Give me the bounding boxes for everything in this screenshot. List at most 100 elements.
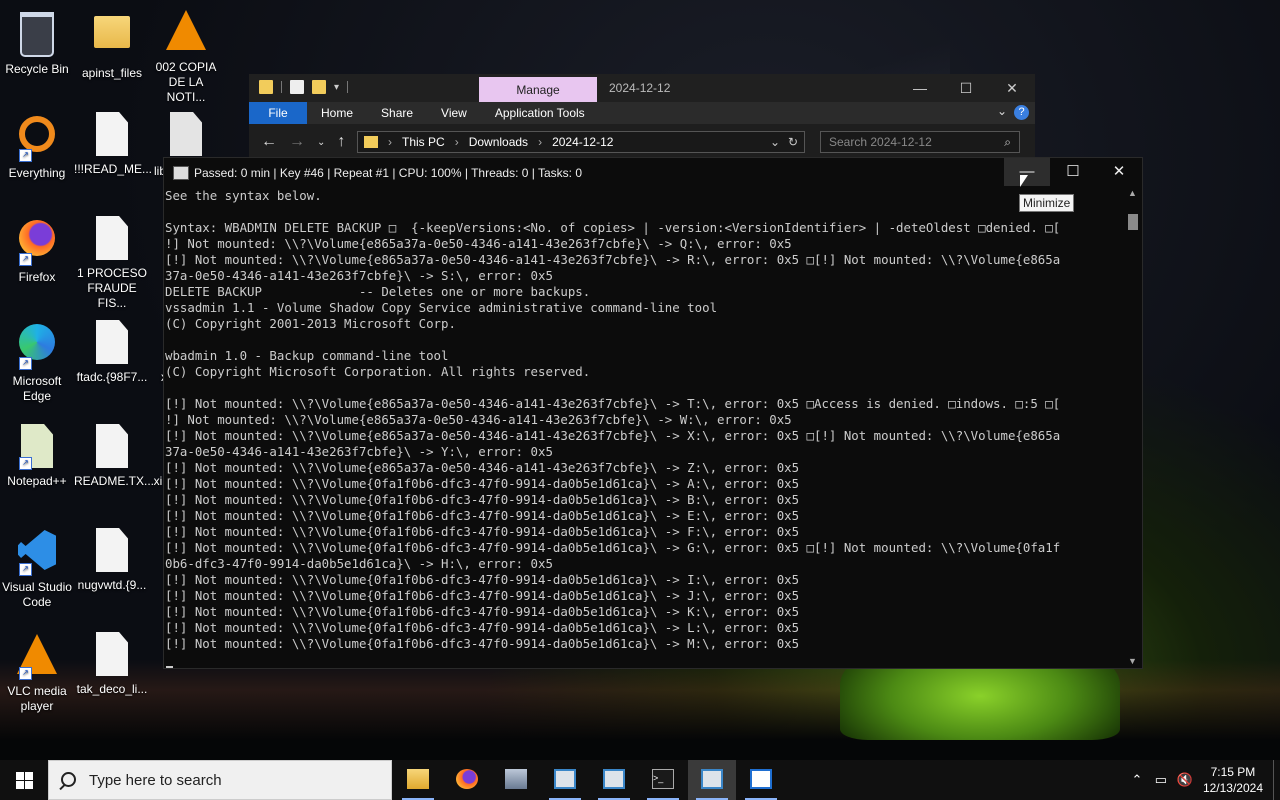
taskbar-network-app[interactable] — [492, 760, 540, 800]
console-cursor — [166, 666, 173, 668]
chevron-right-icon: › — [388, 135, 392, 149]
desktop-icon-read-me[interactable]: !!!READ_ME... — [74, 112, 152, 177]
minimize-tooltip: Minimize — [1019, 194, 1075, 212]
taskbar-firefox[interactable] — [443, 760, 491, 800]
properties-icon[interactable] — [290, 80, 304, 94]
everything-search-icon: ↗ — [15, 116, 59, 162]
refresh-icon[interactable]: ↻ — [788, 135, 798, 149]
recent-locations-icon[interactable]: ⌄ — [317, 137, 325, 148]
document-icon — [90, 216, 134, 262]
console-line: [!] Not mounted: \\?\Volume{e865a37a-0e5… — [165, 396, 1061, 411]
explorer-search-input[interactable]: Search 2024-12-12 ⌕ — [820, 131, 1020, 153]
desktop-icon-apinst-files[interactable]: apinst_files — [74, 8, 150, 81]
chevron-down-icon[interactable]: ▾ — [334, 82, 339, 93]
desktop-icon-label: Everything — [8, 166, 66, 180]
console-line: [!] Not mounted: \\?\Volume{e865a37a-0e5… — [165, 252, 1061, 267]
taskbar-blue-app[interactable] — [737, 760, 785, 800]
console-line: [!] Not mounted: \\?\Volume{0fa1f0b6-dfc… — [165, 588, 800, 603]
desktop-icon-label: 002 COPIA DE LA NOTI... — [155, 60, 217, 104]
ribbon-tabs: File Home Share View Application Tools ⌄… — [249, 102, 1035, 124]
desktop-icon-proceso-fraude[interactable]: 1 PROCESO FRAUDE FIS... — [74, 216, 150, 311]
console-output[interactable]: See the syntax below. Syntax: WBADMIN DE… — [165, 188, 1123, 664]
help-icon[interactable]: ? — [1014, 105, 1029, 120]
desktop-icon-vscode[interactable]: ↗ Visual Studio Code — [0, 528, 75, 610]
console-window[interactable]: Passed: 0 min | Key #46 | Repeat #1 | CP… — [163, 157, 1143, 669]
desktop-icon-tak-deco[interactable]: tak_deco_li... — [74, 632, 150, 697]
network-icon[interactable]: ▭ — [1149, 772, 1173, 788]
tab-file[interactable]: File — [249, 102, 307, 124]
console-line: 37a-0e50-4346-a141-43e263f7cbfe}\ -> S:\… — [165, 268, 553, 283]
console-line: wbadmin 1.0 - Backup command-line tool — [165, 348, 449, 363]
document-icon — [90, 632, 134, 678]
desktop-icon-ftadc[interactable]: ftadc.{98F7... — [74, 320, 150, 385]
desktop-icon-settings-file[interactable] — [148, 112, 224, 162]
desktop-icon-edge[interactable]: ↗ Microsoft Edge — [0, 320, 75, 404]
show-hidden-icons-chevron-icon[interactable]: ⌃ — [1125, 772, 1149, 788]
explorer-title-bar[interactable]: ▾ Manage 2024-12-12 — ☐ ✕ — [249, 74, 1035, 102]
console-close-button[interactable]: ✕ — [1096, 158, 1142, 186]
back-arrow-icon[interactable]: ← — [261, 133, 277, 151]
edge-icon: ↗ — [15, 324, 59, 370]
breadcrumb-current-folder[interactable]: 2024-12-12 — [552, 135, 613, 149]
desktop-icon-label: Firefox — [18, 270, 56, 284]
show-desktop-button[interactable] — [1273, 760, 1280, 800]
console-scrollbar[interactable]: ▲ ▼ — [1126, 188, 1140, 666]
start-button[interactable] — [0, 760, 48, 800]
forward-arrow-icon[interactable]: → — [289, 133, 305, 151]
desktop-icon-nugvwtd[interactable]: nugvwtd.{9... — [74, 528, 150, 593]
new-folder-icon[interactable] — [312, 80, 326, 94]
clock-time: 7:15 PM — [1210, 765, 1256, 779]
tab-manage[interactable]: Manage — [479, 77, 597, 102]
console-app-icon — [173, 166, 189, 180]
console-maximize-button[interactable]: ☐ — [1050, 158, 1096, 186]
taskbar-console-active[interactable] — [688, 760, 736, 800]
chevron-right-icon: › — [538, 135, 543, 149]
desktop-icon-everything[interactable]: ↗ Everything — [0, 112, 75, 181]
desktop-icon-readme-txt[interactable]: README.TX... — [74, 424, 154, 489]
search-icon: ⌕ — [1004, 135, 1011, 149]
up-arrow-icon[interactable]: ↑ — [337, 133, 345, 151]
taskbar-terminal[interactable]: >_ — [639, 760, 687, 800]
console-line: vssadmin 1.1 - Volume Shadow Copy Servic… — [165, 300, 718, 315]
explorer-minimize-button[interactable]: — — [897, 74, 943, 102]
taskbar-file-explorer[interactable] — [394, 760, 442, 800]
recycle-bin-icon — [15, 12, 59, 58]
explorer-close-button[interactable]: ✕ — [989, 74, 1035, 102]
address-row: ← → ⌄ ↑ › This PC › Downloads › 2024-12-… — [249, 124, 1035, 160]
tab-view[interactable]: View — [427, 102, 481, 124]
folder-icon[interactable] — [259, 80, 273, 94]
address-bar[interactable]: › This PC › Downloads › 2024-12-12 ⌄ ↻ — [357, 131, 805, 153]
scroll-up-arrow-icon[interactable]: ▲ — [1128, 188, 1137, 198]
scrollbar-thumb[interactable] — [1128, 214, 1138, 230]
tab-share[interactable]: Share — [367, 102, 427, 124]
breadcrumb-downloads[interactable]: Downloads — [469, 135, 528, 149]
explorer-maximize-button[interactable]: ☐ — [943, 74, 989, 102]
desktop-icon-label: tak_deco_li... — [76, 682, 148, 696]
taskbar-search-input[interactable]: Type here to search — [48, 760, 392, 800]
desktop-icon-copia-noti[interactable]: 002 COPIA DE LA NOTI... — [148, 8, 224, 105]
expand-ribbon-icon[interactable]: ⌄ — [997, 104, 1007, 118]
firefox-icon: ↗ — [15, 220, 59, 266]
taskbar-console-2[interactable] — [590, 760, 638, 800]
tab-application-tools[interactable]: Application Tools — [481, 102, 599, 124]
taskbar-clock[interactable]: 7:15 PM 12/13/2024 — [1197, 764, 1273, 796]
volume-muted-icon[interactable]: 🔇 — [1173, 772, 1197, 788]
file-explorer-window[interactable]: ▾ Manage 2024-12-12 — ☐ ✕ File Home Shar… — [249, 74, 1035, 160]
address-dropdown-icon[interactable]: ⌄ — [770, 135, 780, 149]
desktop-icon-firefox[interactable]: ↗ Firefox — [0, 216, 75, 285]
console-line: !] Not mounted: \\?\Volume{e865a37a-0e50… — [165, 412, 792, 427]
desktop-icon-label: Microsoft Edge — [12, 374, 62, 403]
desktop-icon-recycle-bin[interactable]: Recycle Bin — [0, 8, 75, 77]
vlc-icon: ↗ — [15, 634, 59, 680]
taskbar-console-1[interactable] — [541, 760, 589, 800]
desktop-icon-notepad-plus-plus[interactable]: ↗ Notepad++ — [0, 424, 75, 489]
console-title-bar[interactable]: Passed: 0 min | Key #46 | Repeat #1 | CP… — [164, 158, 1142, 186]
scroll-down-arrow-icon[interactable]: ▼ — [1128, 656, 1137, 666]
desktop-icon-vlc[interactable]: ↗ VLC media player — [0, 632, 75, 714]
breadcrumb-this-pc[interactable]: This PC — [402, 135, 445, 149]
system-tray: ⌃ ▭ 🔇 7:15 PM 12/13/2024 — [1125, 760, 1280, 800]
tab-home[interactable]: Home — [307, 102, 367, 124]
notepad-plus-plus-icon: ↗ — [15, 424, 59, 470]
console-line: 0b6-dfc3-47f0-9914-da0b5e1d61ca}\ -> H:\… — [165, 556, 553, 571]
